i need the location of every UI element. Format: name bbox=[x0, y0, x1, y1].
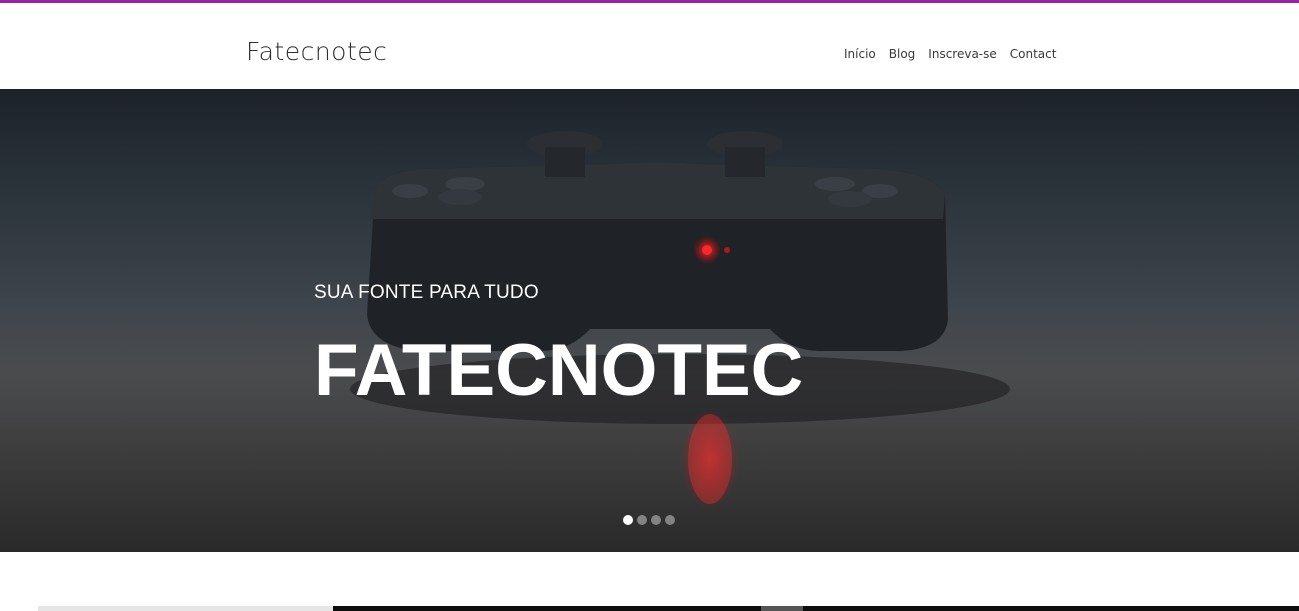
hero-title: FATECNOTEC bbox=[314, 330, 804, 411]
next-section-strip bbox=[38, 606, 1299, 611]
slideshow-dots bbox=[623, 515, 675, 525]
site-logo[interactable]: Fatecnotec bbox=[246, 37, 387, 67]
strip-grey-segment bbox=[761, 606, 803, 611]
slide-dot-1[interactable] bbox=[623, 515, 633, 525]
slide-dot-4[interactable] bbox=[665, 515, 675, 525]
strip-light-segment bbox=[38, 606, 333, 611]
hero-subtitle: SUA FONTE PARA TUDO bbox=[314, 282, 539, 303]
nav-item-inicio[interactable]: Início bbox=[844, 47, 876, 61]
hero-slideshow: SUA FONTE PARA TUDO FATECNOTEC bbox=[0, 89, 1299, 552]
site-header: Fatecnotec Início Blog Inscreva-se Conta… bbox=[0, 3, 1299, 89]
nav-item-inscreva-se[interactable]: Inscreva-se bbox=[928, 47, 996, 61]
nav-item-blog[interactable]: Blog bbox=[889, 47, 916, 61]
slide-dot-2[interactable] bbox=[637, 515, 647, 525]
nav-item-contact[interactable]: Contact bbox=[1010, 47, 1057, 61]
main-nav: Início Blog Inscreva-se Contact bbox=[844, 47, 1056, 61]
slide-dot-3[interactable] bbox=[651, 515, 661, 525]
hero-background-image bbox=[0, 131, 1299, 552]
